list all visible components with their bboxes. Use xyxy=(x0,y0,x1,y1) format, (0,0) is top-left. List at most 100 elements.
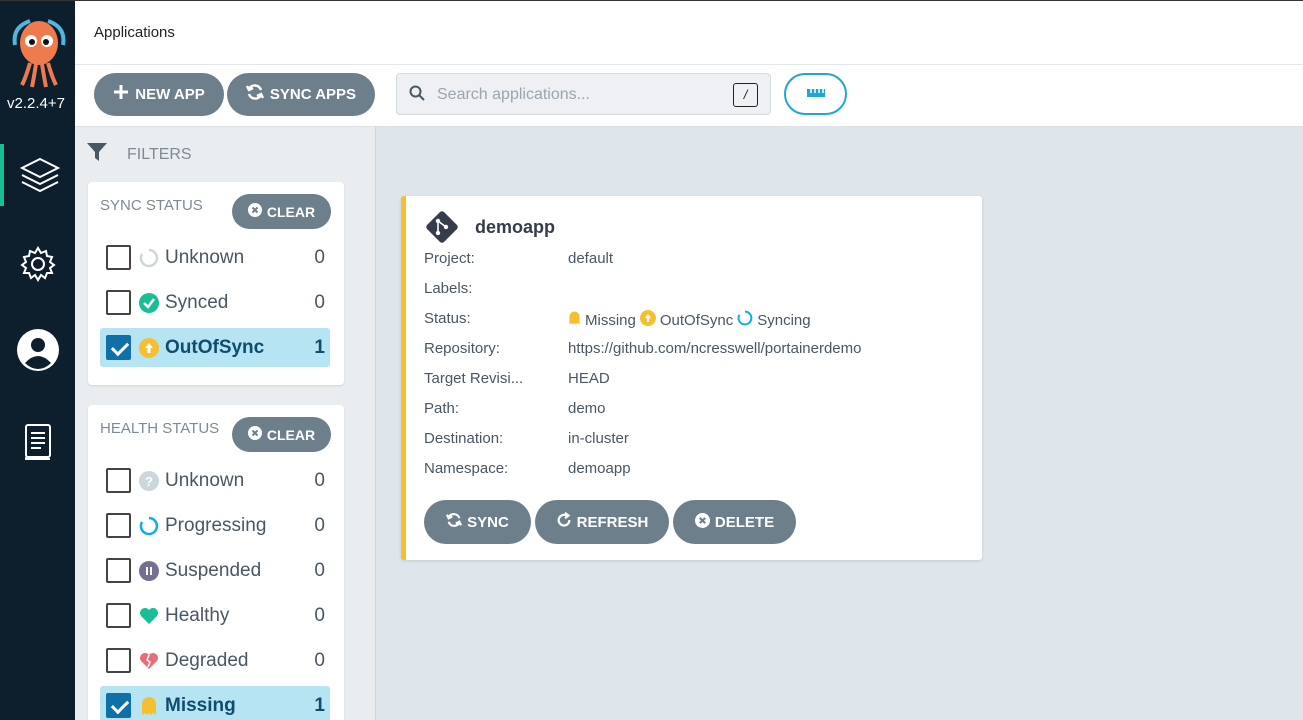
refresh-icon xyxy=(556,512,572,532)
filter-label: Degraded xyxy=(165,649,249,671)
sync-filter-unknown[interactable]: Unknown 0 xyxy=(100,238,330,277)
health-status-clear-button[interactable]: CLEAR xyxy=(232,417,331,452)
filter-icon xyxy=(87,142,107,167)
filter-count: 0 xyxy=(314,469,325,491)
page-title: Applications xyxy=(94,24,175,41)
search-shortcut-hint: / xyxy=(733,83,758,107)
target-revision-value: HEAD xyxy=(568,370,610,387)
filters-sidebar: FILTERS SYNC STATUS CLEAR Unknown 0 Sync… xyxy=(75,127,376,720)
version-label: v2.2.4+7 xyxy=(7,95,65,112)
times-circle-icon xyxy=(694,512,710,532)
checkbox[interactable] xyxy=(106,648,131,673)
check-circle-icon xyxy=(139,292,159,313)
checkbox[interactable] xyxy=(106,245,131,270)
field-project-key: Project: xyxy=(424,250,475,267)
health-filter-unknown[interactable]: ? Unknown 0 xyxy=(100,461,330,500)
docs-icon xyxy=(23,423,53,461)
nav-settings[interactable] xyxy=(0,233,75,295)
clear-label: CLEAR xyxy=(266,426,316,443)
gear-icon xyxy=(19,245,57,283)
filter-count: 0 xyxy=(314,291,325,313)
filters-header: FILTERS xyxy=(87,142,192,167)
refresh-button[interactable]: REFRESH xyxy=(535,500,669,544)
filter-label: OutOfSync xyxy=(165,336,265,358)
field-labels-key: Labels: xyxy=(424,280,473,297)
search-placeholder: Search applications... xyxy=(437,86,590,103)
argo-logo xyxy=(10,15,68,91)
checkbox[interactable] xyxy=(106,513,131,538)
filter-label: Unknown xyxy=(165,469,245,491)
plus-icon xyxy=(113,84,129,105)
broken-heart-icon xyxy=(139,651,159,671)
progress-ring-icon xyxy=(139,516,159,536)
delete-button[interactable]: DELETE xyxy=(673,500,796,544)
search-icon xyxy=(409,85,425,106)
field-status-key: Status: xyxy=(424,310,471,327)
filter-count: 0 xyxy=(314,559,325,581)
view-tiles-icon xyxy=(806,85,825,103)
repository-value: https://github.com/ncresswell/portainerd… xyxy=(568,340,862,357)
git-icon xyxy=(425,210,459,249)
health-filter-suspended[interactable]: Suspended 0 xyxy=(100,551,330,590)
sync-status-title: SYNC STATUS xyxy=(100,197,203,214)
spinner-icon xyxy=(737,310,753,330)
app-name[interactable]: demoapp xyxy=(475,217,555,238)
checkbox[interactable] xyxy=(106,468,131,493)
filter-count: 1 xyxy=(314,336,325,358)
health-filter-degraded[interactable]: Degraded 0 xyxy=(100,641,330,680)
layers-icon xyxy=(19,154,61,196)
nav-documentation[interactable] xyxy=(0,411,75,473)
times-circle-icon xyxy=(247,203,262,220)
new-app-button[interactable]: NEW APP xyxy=(94,73,224,116)
filter-label: Missing xyxy=(165,694,236,716)
health-filter-missing[interactable]: Missing 1 xyxy=(100,686,330,720)
search-input[interactable]: Search applications... / xyxy=(396,73,771,115)
sync-filter-outofsync[interactable]: OutOfSync 1 xyxy=(100,328,330,367)
checkbox-checked[interactable] xyxy=(106,335,131,360)
checkbox[interactable] xyxy=(106,558,131,583)
field-destination-key: Destination: xyxy=(424,430,504,447)
checkbox[interactable] xyxy=(106,290,131,315)
view-toggle-button[interactable] xyxy=(784,73,847,115)
sync-button[interactable]: SYNC xyxy=(424,500,531,544)
sync-apps-label: SYNC APPS xyxy=(269,86,357,103)
field-repository-value: https://github.com/ncresswell/portainerd… xyxy=(568,340,861,357)
heart-icon xyxy=(139,606,159,626)
filter-count: 0 xyxy=(314,649,325,671)
sync-apps-button[interactable]: SYNC APPS xyxy=(227,73,375,116)
clear-label: CLEAR xyxy=(266,203,316,220)
checkbox[interactable] xyxy=(106,603,131,628)
sync-filter-synced[interactable]: Synced 0 xyxy=(100,283,330,322)
question-circle-icon: ? xyxy=(139,470,159,491)
sync-status-clear-button[interactable]: CLEAR xyxy=(232,194,331,229)
field-repository-key: Repository: xyxy=(424,340,500,357)
nav-user-info[interactable] xyxy=(0,319,75,381)
user-icon xyxy=(16,329,59,371)
app-card[interactable]: demoapp Project: default Labels: Status:… xyxy=(401,196,982,560)
filter-label: Synced xyxy=(165,291,229,313)
filter-label: Suspended xyxy=(165,559,262,581)
project-value: default xyxy=(568,250,614,267)
svg-text:?: ? xyxy=(145,474,153,489)
filter-label: Unknown xyxy=(165,246,245,268)
filter-label: Healthy xyxy=(165,604,230,626)
field-project-value: default xyxy=(568,250,613,267)
health-filter-healthy[interactable]: Healthy 0 xyxy=(100,596,330,635)
health-filter-progressing[interactable]: Progressing 0 xyxy=(100,506,330,545)
sync-icon xyxy=(446,512,463,532)
checkbox-checked[interactable] xyxy=(106,693,131,718)
nav-applications[interactable] xyxy=(0,144,75,206)
arrow-up-circle-icon xyxy=(139,337,159,358)
filters-heading: FILTERS xyxy=(127,145,192,163)
circle-notch-icon xyxy=(139,248,159,268)
ghost-icon xyxy=(568,310,581,330)
filter-count: 1 xyxy=(314,694,325,716)
field-namespace-value: demoapp xyxy=(568,460,631,477)
sync-status-panel: SYNC STATUS CLEAR Unknown 0 Synced 0 Out… xyxy=(88,182,344,385)
arrow-up-circle-icon xyxy=(639,310,656,330)
health-status-title: HEALTH STATUS xyxy=(100,420,220,437)
operation-status-text: Syncing xyxy=(757,311,811,329)
sync-icon xyxy=(245,83,265,106)
field-target-revision-value: HEAD xyxy=(568,370,610,387)
new-app-label: NEW APP xyxy=(135,86,205,103)
